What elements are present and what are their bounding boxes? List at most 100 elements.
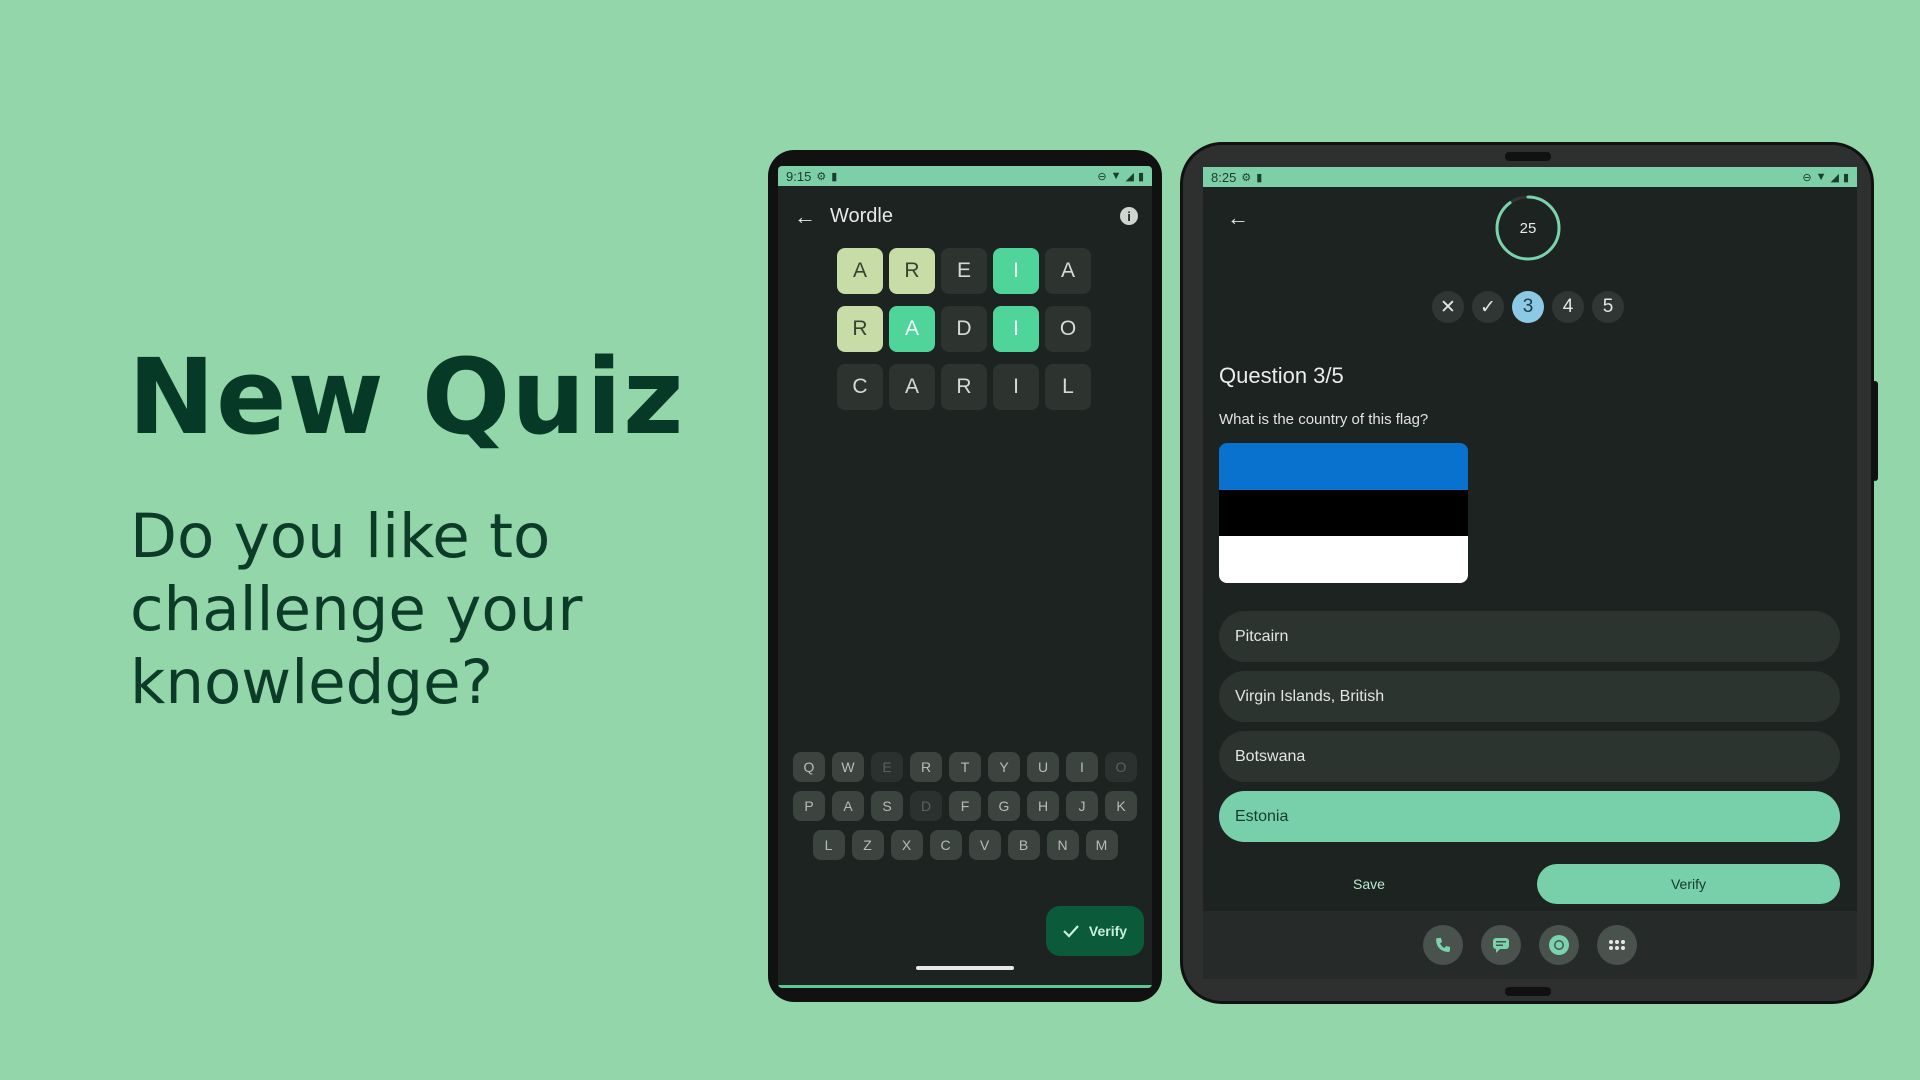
question-title: Question 3/5 (1219, 363, 1344, 388)
keyboard-key[interactable]: V (968, 830, 1001, 860)
keyboard-key[interactable]: H (1027, 791, 1059, 821)
keyboard-key[interactable]: D (910, 791, 942, 821)
keyboard-key[interactable]: X (890, 830, 923, 860)
keyboard-key[interactable]: J (1066, 791, 1098, 821)
verify-button[interactable]: Verify (1537, 864, 1840, 904)
wordle-tile: A (889, 364, 935, 410)
wordle-keyboard: QWERTYUIO PASDFGHJK LZXCVBNM (778, 752, 1152, 869)
progress-step-5: 5 (1592, 291, 1624, 323)
wordle-tile: R (889, 248, 935, 294)
info-icon[interactable]: i (1120, 207, 1138, 225)
keyboard-row: QWERTYUIO (778, 752, 1152, 782)
settings-status-icon: ⚙ (816, 170, 827, 183)
progress-step-3: 3 (1512, 291, 1544, 323)
wordle-tile: A (1045, 248, 1091, 294)
keyboard-key[interactable]: Y (988, 752, 1020, 782)
phone-device: 9:15 ⚙ ▮ ⊖ ▼ ◢ ▮ ← Wordle i AREIARADIOCA… (768, 150, 1162, 1002)
back-arrow-icon[interactable]: ← (794, 204, 816, 230)
tablet-hinge-top (1505, 152, 1551, 161)
answer-options: Pitcairn Virgin Islands, British Botswana E… (1219, 611, 1840, 851)
app-title: Wordle (830, 205, 893, 227)
tablet-screen: 8:25 ⚙ ▮ ⊖ ▼ ◢ ▮ ← 25 ✕ ✓ 3 4 5 Question 3/5… (1203, 167, 1857, 979)
tablet-hinge-bottom (1505, 987, 1551, 996)
sim-status-icon: ▮ (1256, 171, 1263, 184)
wifi-icon: ▼ (1815, 171, 1827, 183)
tablet-status-bar: 8:25 ⚙ ▮ ⊖ ▼ ◢ ▮ (1203, 167, 1857, 187)
wordle-tile: C (837, 364, 883, 410)
keyboard-key[interactable]: L (812, 830, 845, 860)
keyboard-key[interactable]: P (793, 791, 825, 821)
keyboard-key[interactable]: U (1027, 752, 1059, 782)
keyboard-key[interactable]: E (871, 752, 903, 782)
status-time: 9:15 (786, 168, 812, 184)
wordle-tile: I (993, 364, 1039, 410)
app-dock (1203, 911, 1857, 979)
question-progress: ✕ ✓ 3 4 5 (1432, 291, 1624, 323)
phone-icon[interactable] (1423, 925, 1463, 965)
keyboard-key[interactable]: G (988, 791, 1020, 821)
keyboard-key[interactable]: O (1105, 752, 1137, 782)
keyboard-key[interactable]: Q (793, 752, 825, 782)
progress-step-2: ✓ (1472, 291, 1504, 323)
settings-status-icon: ⚙ (1241, 171, 1252, 184)
keyboard-key[interactable]: C (929, 830, 962, 860)
tablet-device: 8:25 ⚙ ▮ ⊖ ▼ ◢ ▮ ← 25 ✕ ✓ 3 4 5 Question 3/5… (1180, 142, 1878, 1004)
countdown-timer: 25 (1493, 193, 1563, 263)
keyboard-key[interactable]: T (949, 752, 981, 782)
wordle-tile: I (993, 248, 1039, 294)
apps-icon[interactable] (1597, 925, 1637, 965)
promo-subtitle: Do you like to challenge your knowledge? (130, 501, 583, 718)
wordle-tile: D (941, 306, 987, 352)
keyboard-key[interactable]: Z (851, 830, 884, 860)
keyboard-key[interactable]: W (832, 752, 864, 782)
phone-screen: 9:15 ⚙ ▮ ⊖ ▼ ◢ ▮ ← Wordle i AREIARADIOCA… (778, 166, 1152, 988)
keyboard-key[interactable]: S (871, 791, 903, 821)
keyboard-key[interactable]: K (1105, 791, 1137, 821)
dnd-icon: ⊖ (1097, 170, 1107, 183)
verify-fab-button[interactable]: Verify (1046, 906, 1144, 956)
keyboard-row: PASDFGHJK (778, 791, 1152, 821)
bottom-accent-line (778, 985, 1152, 988)
status-time: 8:25 (1211, 169, 1237, 185)
wordle-tile: E (941, 248, 987, 294)
keyboard-key[interactable]: A (832, 791, 864, 821)
flag-band (1219, 489, 1468, 537)
keyboard-key[interactable]: M (1085, 830, 1118, 860)
wordle-tile: A (889, 306, 935, 352)
wordle-grid: AREIARADIOCARIL (837, 248, 1091, 422)
flag-band (1219, 536, 1468, 583)
keyboard-key[interactable]: B (1007, 830, 1040, 860)
phone-app-bar: ← Wordle i (778, 196, 1152, 236)
home-gesture-bar[interactable] (916, 966, 1014, 970)
wordle-tile: O (1045, 306, 1091, 352)
signal-icon: ◢ (1830, 171, 1839, 184)
wifi-icon: ▼ (1110, 170, 1122, 182)
battery-icon: ▮ (1842, 171, 1849, 184)
messages-icon[interactable] (1481, 925, 1521, 965)
battery-icon: ▮ (1137, 170, 1144, 183)
keyboard-key[interactable]: I (1066, 752, 1098, 782)
question-text: What is the country of this flag? (1219, 411, 1429, 428)
promo-title: New Quiz (128, 336, 685, 458)
answer-option[interactable]: Pitcairn (1219, 611, 1840, 662)
keyboard-key[interactable]: F (949, 791, 981, 821)
signal-icon: ◢ (1125, 170, 1134, 183)
tablet-side-button[interactable] (1872, 381, 1878, 481)
answer-option[interactable]: Virgin Islands, British (1219, 671, 1840, 722)
keyboard-row: LZXCVBNM (778, 830, 1152, 860)
quiz-actions: Save Verify (1219, 864, 1840, 904)
save-button[interactable]: Save (1219, 864, 1519, 904)
wordle-tile: R (941, 364, 987, 410)
chrome-icon[interactable] (1539, 925, 1579, 965)
phone-status-bar: 9:15 ⚙ ▮ ⊖ ▼ ◢ ▮ (778, 166, 1152, 186)
progress-step-1: ✕ (1432, 291, 1464, 323)
keyboard-key[interactable]: N (1046, 830, 1079, 860)
back-arrow-icon[interactable]: ← (1227, 205, 1249, 231)
verify-fab-label: Verify (1088, 923, 1128, 939)
answer-option[interactable]: Estonia (1219, 791, 1840, 842)
timer-value: 25 (1519, 219, 1537, 237)
check-icon (1063, 925, 1079, 938)
answer-option[interactable]: Botswana (1219, 731, 1840, 782)
keyboard-key[interactable]: R (910, 752, 942, 782)
wordle-row: RADIO (837, 306, 1091, 352)
